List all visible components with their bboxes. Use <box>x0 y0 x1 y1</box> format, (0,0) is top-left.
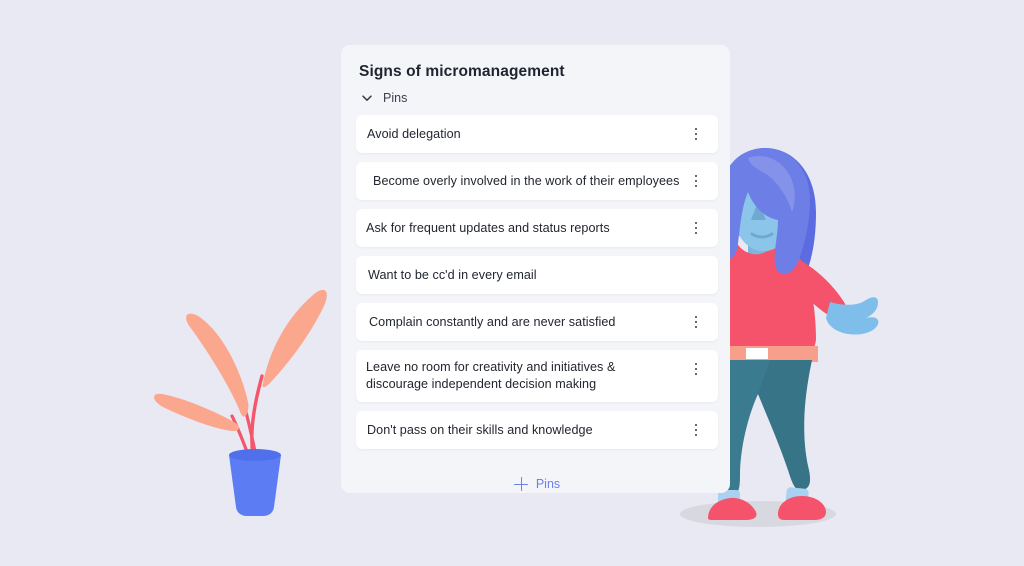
potted-plant-illustration <box>150 278 350 518</box>
list-item[interactable]: Become overly involved in the work of th… <box>356 162 718 200</box>
kebab-menu-icon[interactable] <box>687 219 705 237</box>
page-title: Signs of micromanagement <box>359 63 565 80</box>
chevron-down-icon <box>360 91 374 105</box>
face <box>730 168 793 252</box>
nose <box>751 202 766 220</box>
plus-icon <box>514 477 529 492</box>
screen: Signs of micromanagement Pins Avoid dele… <box>0 0 1024 566</box>
sock-right <box>785 487 809 509</box>
pins-card: Signs of micromanagement Pins Avoid dele… <box>341 45 730 493</box>
belt-buckle <box>746 348 768 359</box>
group-toggle-pins[interactable]: Pins <box>359 91 712 105</box>
card-header: Signs of micromanagement Pins <box>341 45 730 105</box>
list-item[interactable]: Avoid delegation <box>356 115 718 153</box>
hair-front <box>719 148 810 275</box>
list-item-label: Leave no room for creativity and initiat… <box>366 360 616 391</box>
right-hand <box>826 297 879 335</box>
list-item[interactable]: Complain constantly and are never satisf… <box>356 303 718 341</box>
neck <box>748 232 780 260</box>
list-item-label: Avoid delegation <box>367 126 461 141</box>
hair-highlight <box>748 156 795 212</box>
plant-pot <box>229 449 281 516</box>
floor-shadow <box>680 501 836 527</box>
list-item[interactable]: Want to be cc'd in every email <box>356 256 718 294</box>
pants-shade <box>758 360 812 491</box>
add-pin-label: Pins <box>535 477 561 491</box>
list-item-label: Ask for frequent updates and status repo… <box>366 220 610 235</box>
list-item-label: Want to be cc'd in every email <box>368 267 537 282</box>
list-item[interactable]: Leave no room for creativity and initiat… <box>356 350 718 402</box>
pins-list: Avoid delegation Become overly involved … <box>341 115 730 495</box>
list-item[interactable]: Ask for frequent updates and status repo… <box>356 209 718 247</box>
mouth <box>750 232 774 239</box>
list-item-label: Complain constantly and are never satisf… <box>369 314 616 329</box>
list-item-label: Become overly involved in the work of th… <box>373 173 680 188</box>
group-label: Pins <box>383 91 408 105</box>
plant-leaves <box>154 289 327 432</box>
list-item-label: Don't pass on their skills and knowledge <box>367 422 593 437</box>
plant-stems <box>230 374 264 470</box>
kebab-menu-icon[interactable] <box>687 313 705 331</box>
list-item[interactable]: Don't pass on their skills and knowledge <box>356 411 718 449</box>
kebab-menu-icon[interactable] <box>687 421 705 439</box>
shoe-left <box>708 497 757 520</box>
kebab-menu-icon[interactable] <box>687 125 705 143</box>
shoe-right <box>778 496 826 520</box>
kebab-menu-icon[interactable] <box>687 360 705 378</box>
right-arm <box>794 258 847 319</box>
kebab-menu-icon[interactable] <box>687 172 705 190</box>
add-pin-button[interactable]: Pins <box>356 473 718 495</box>
